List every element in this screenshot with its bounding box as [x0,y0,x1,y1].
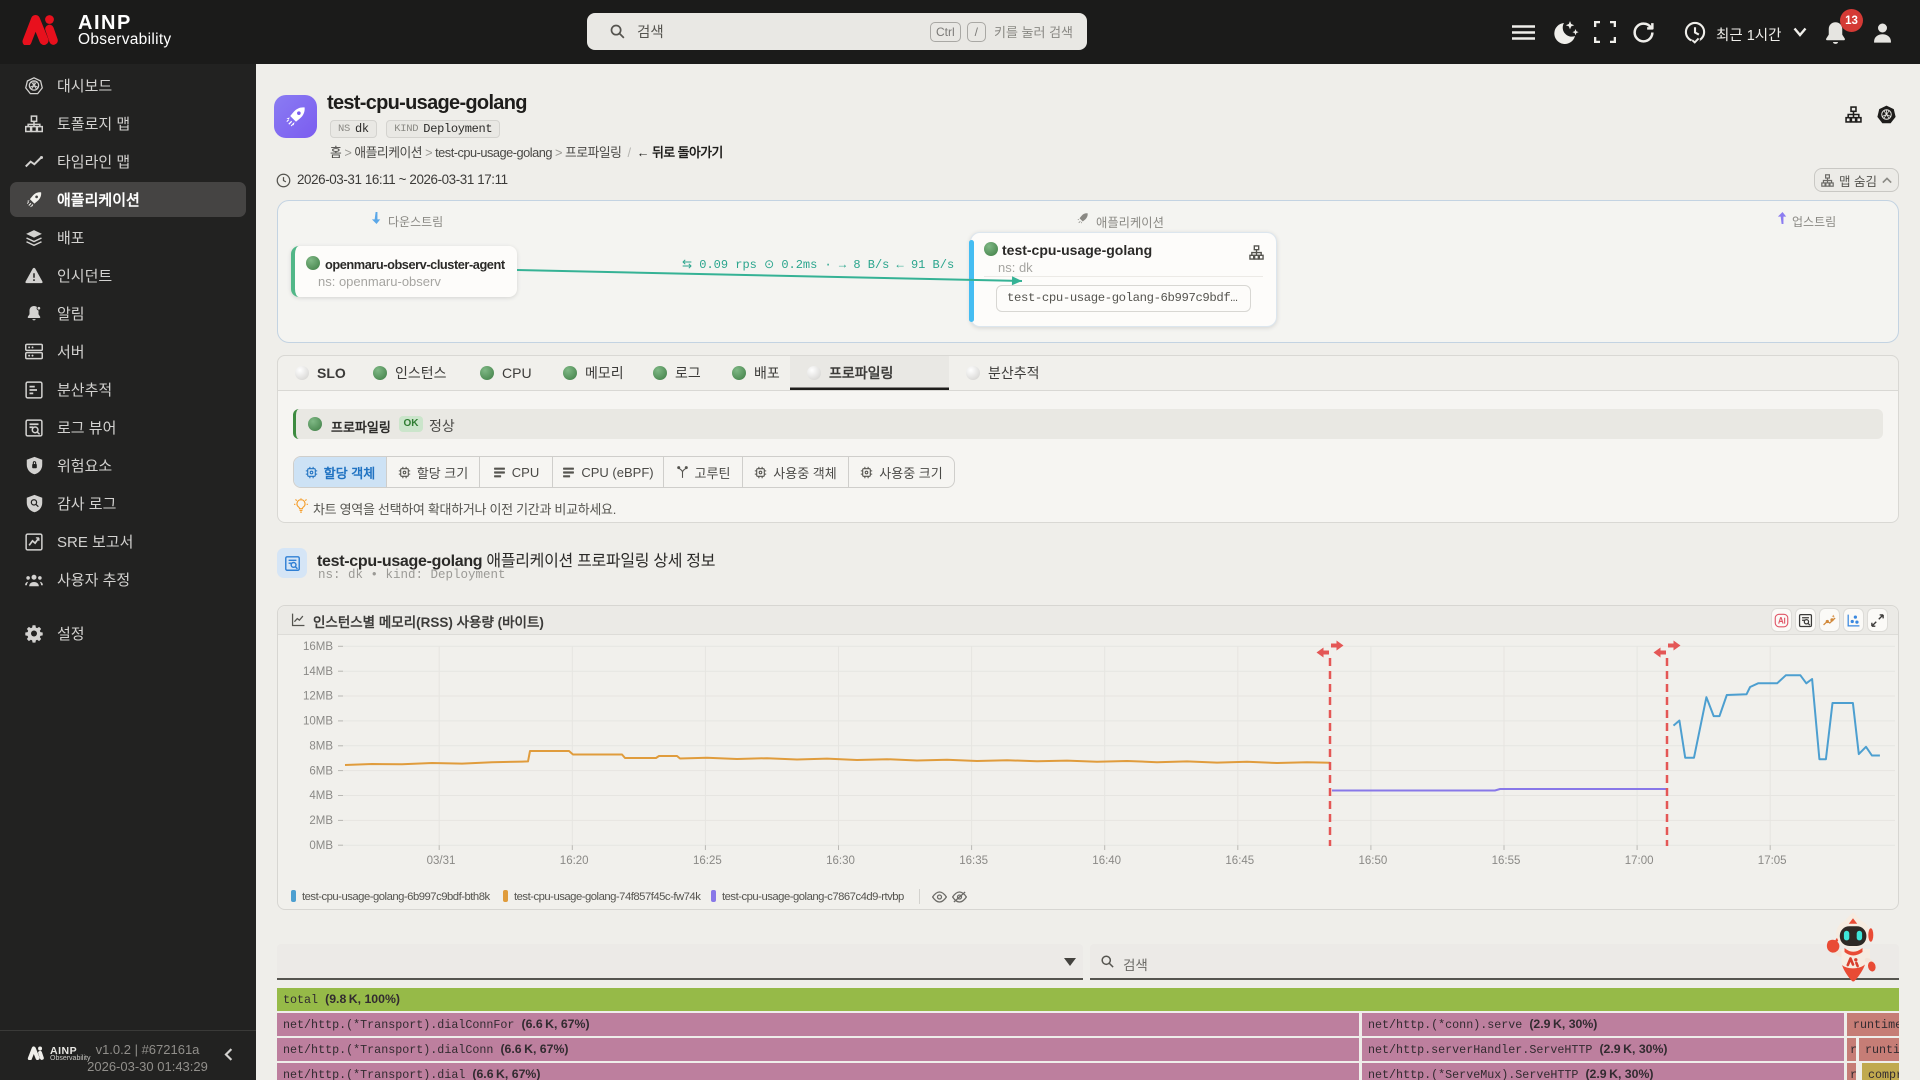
svg-text:16:35: 16:35 [959,855,988,867]
svg-text:16:50: 16:50 [1359,855,1388,867]
svg-text:12MB: 12MB [303,691,333,703]
svg-text:16:20: 16:20 [560,855,589,867]
svg-text:17:00: 17:00 [1625,855,1654,867]
svg-text:2MB: 2MB [309,815,333,827]
svg-text:17:05: 17:05 [1758,855,1787,867]
svg-text:6MB: 6MB [309,766,333,778]
svg-text:0MB: 0MB [309,840,333,852]
svg-text:4MB: 4MB [309,790,333,802]
svg-text:16MB: 16MB [303,641,333,653]
svg-text:16:40: 16:40 [1092,855,1121,867]
svg-text:8MB: 8MB [309,741,333,753]
svg-text:16:30: 16:30 [826,855,855,867]
svg-text:16:55: 16:55 [1492,855,1521,867]
svg-text:03/31: 03/31 [427,855,456,867]
svg-text:16:45: 16:45 [1225,855,1254,867]
svg-text:14MB: 14MB [303,666,333,678]
svg-text:10MB: 10MB [303,716,333,728]
svg-text:16:25: 16:25 [693,855,722,867]
